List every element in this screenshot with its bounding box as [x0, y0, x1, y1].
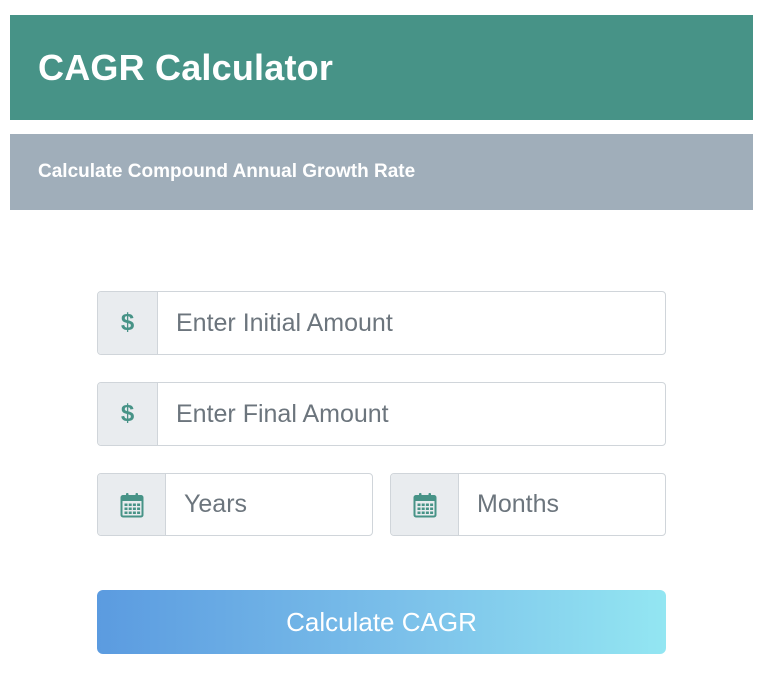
- calendar-icon: [98, 474, 166, 535]
- final-amount-group: $: [97, 382, 666, 446]
- initial-amount-group: $: [97, 291, 666, 355]
- months-group: [390, 473, 666, 536]
- initial-amount-input[interactable]: [158, 292, 665, 354]
- years-group: [97, 473, 373, 536]
- months-input[interactable]: [459, 474, 665, 535]
- page-subtitle: Calculate Compound Annual Growth Rate: [38, 161, 416, 182]
- dollar-icon: $: [98, 292, 158, 354]
- dollar-icon: $: [98, 383, 158, 445]
- calculate-cagr-button[interactable]: Calculate CAGR: [97, 590, 666, 654]
- final-amount-input[interactable]: [158, 383, 665, 445]
- years-input[interactable]: [166, 474, 372, 535]
- header-bar: CAGR Calculator: [10, 15, 753, 120]
- cagr-calculator-page: CAGR Calculator Calculate Compound Annua…: [0, 0, 768, 679]
- calendar-icon: [391, 474, 459, 535]
- subheader-bar: Calculate Compound Annual Growth Rate: [10, 134, 753, 210]
- page-title: CAGR Calculator: [38, 46, 334, 88]
